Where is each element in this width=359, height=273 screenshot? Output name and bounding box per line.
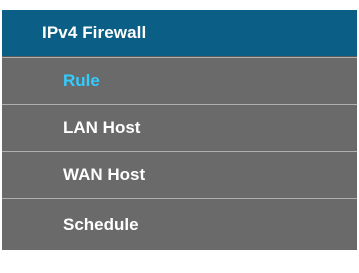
menu-item-label: Schedule <box>63 214 139 234</box>
menu-header-ipv4-firewall[interactable]: IPv4 Firewall <box>2 10 357 57</box>
side-menu: IPv4 Firewall Rule LAN Host WAN Host Sch… <box>0 0 359 273</box>
menu-item-lan-host[interactable]: LAN Host <box>2 104 357 151</box>
menu-item-wan-host[interactable]: WAN Host <box>2 151 357 198</box>
menu-item-label: Rule <box>63 71 100 90</box>
menu-item-label: WAN Host <box>63 165 146 184</box>
menu-item-rule[interactable]: Rule <box>2 57 357 104</box>
menu-item-label: LAN Host <box>63 118 141 137</box>
menu-item-schedule[interactable]: Schedule <box>2 198 357 250</box>
menu-header-label: IPv4 Firewall <box>42 23 147 42</box>
